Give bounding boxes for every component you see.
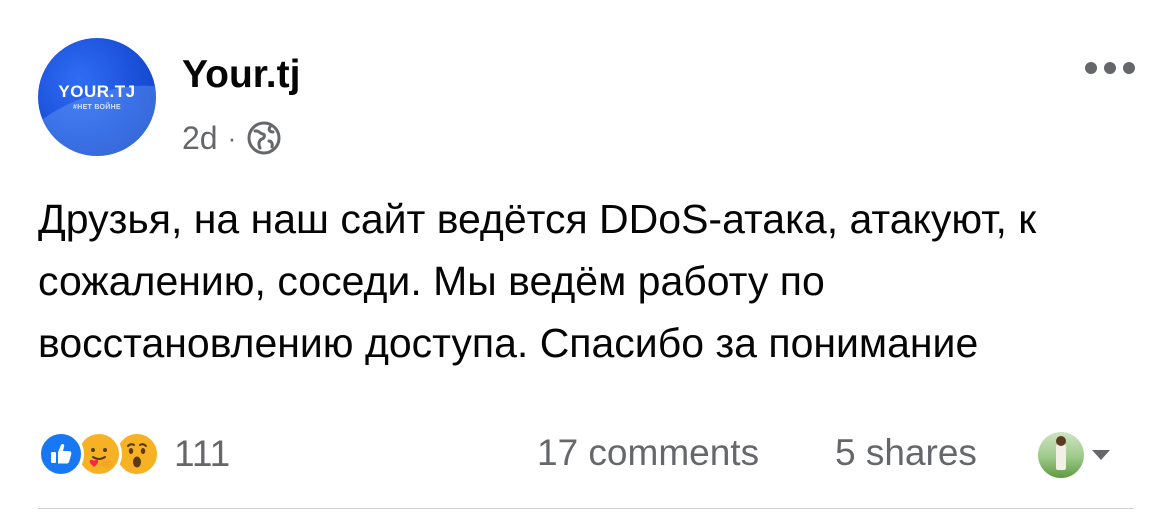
post-text: Друзья, на наш сайт ведётся DDoS-атака, … — [38, 196, 1037, 366]
viewer-avatar — [1038, 432, 1084, 478]
avatar-logo-text: YOUR.TJ — [58, 82, 136, 101]
globe-icon[interactable] — [246, 120, 282, 156]
react-as-selector[interactable] — [1038, 432, 1110, 478]
post-card: YOUR.TJ #НЕТ ВОЙНЕ Your.tj 2d · Друзья, … — [0, 0, 1170, 514]
caret-down-icon — [1092, 450, 1110, 460]
more-dot — [1104, 62, 1116, 74]
more-options-icon[interactable] — [1085, 58, 1135, 78]
viewer-avatar-figure — [1056, 442, 1066, 470]
post-meta: 2d · — [182, 118, 282, 158]
comments-link[interactable]: 17 comments — [537, 432, 759, 474]
page-avatar[interactable]: YOUR.TJ #НЕТ ВОЙНЕ — [38, 38, 156, 156]
more-dot — [1085, 62, 1097, 74]
reactions-summary[interactable]: 111 — [38, 428, 230, 480]
page-name-link[interactable]: Your.tj — [182, 52, 300, 98]
more-dot — [1123, 62, 1135, 74]
divider — [38, 508, 1134, 509]
avatar-tagline: #НЕТ ВОЙНЕ — [73, 104, 121, 111]
viewer-avatar-head — [1056, 436, 1066, 446]
shares-link[interactable]: 5 shares — [835, 432, 977, 474]
reaction-count: 111 — [174, 433, 231, 474]
like-icon — [38, 431, 84, 477]
meta-separator: · — [227, 122, 237, 153]
post-timestamp[interactable]: 2d — [182, 120, 218, 157]
